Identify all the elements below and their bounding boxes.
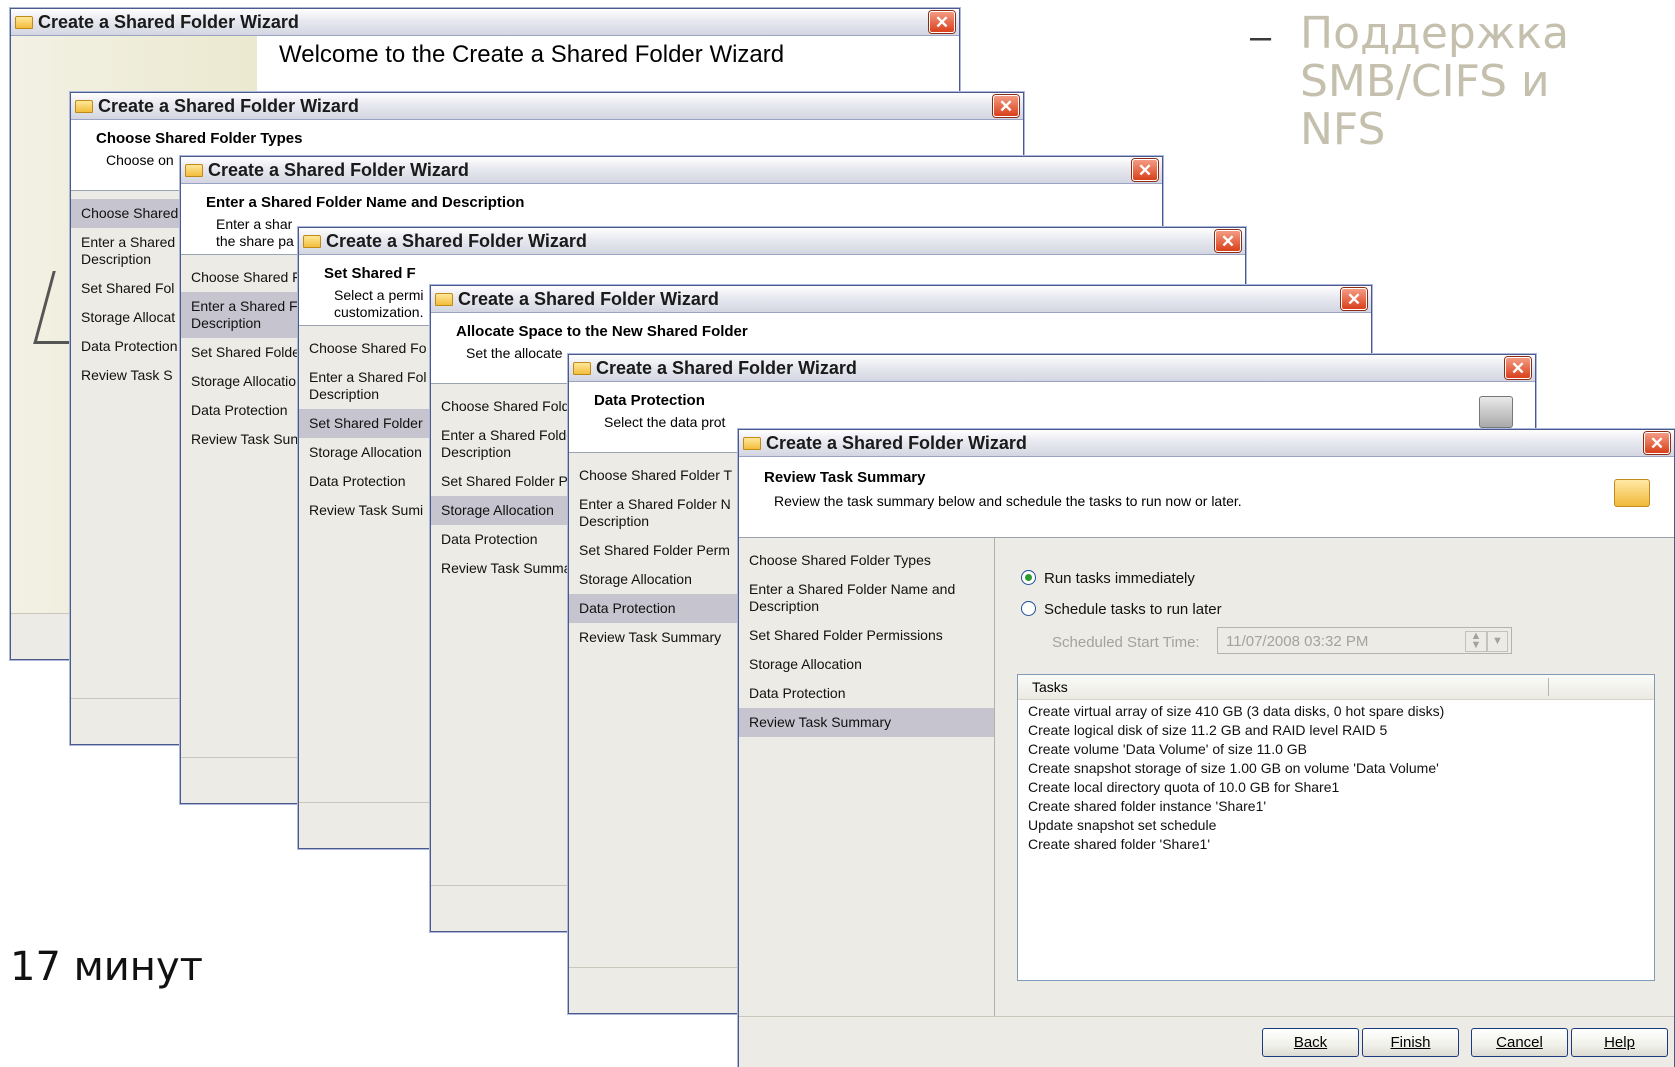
schedule-later-label: Schedule tasks to run later (1044, 601, 1222, 618)
task-row: Create snapshot storage of size 1.00 GB … (1028, 760, 1439, 776)
window-title: Create a Shared Folder Wizard (38, 11, 299, 32)
time-label: 17 минут (10, 944, 203, 990)
folder-icon (573, 361, 591, 375)
title-bar[interactable]: Create a Shared Folder Wizard ✕ (299, 228, 1245, 255)
folder-icon (15, 15, 33, 29)
task-row: Create logical disk of size 11.2 GB and … (1028, 722, 1388, 738)
cancel-button[interactable]: Cancel (1471, 1028, 1568, 1057)
title-bar[interactable]: Create a Shared Folder Wizard ✕ (739, 430, 1674, 457)
header-title: Enter a Shared Folder Name and Descripti… (206, 194, 525, 211)
welcome-heading: Welcome to the Create a Shared Folder Wi… (279, 41, 785, 68)
folder-icon (435, 292, 453, 306)
step-item-data-protection[interactable]: Data Protection (739, 679, 994, 708)
header-subtitle: Select the data prot (604, 414, 726, 430)
wizard-body: Choose Shared Folder Types Enter a Share… (739, 538, 1674, 1017)
close-button[interactable]: ✕ (1644, 432, 1670, 454)
start-time-field[interactable]: 11/07/2008 03:32 PM ▲ ▼ ▼ (1217, 627, 1512, 654)
header-subtitle: Select a permi customization. (334, 287, 424, 320)
title-bar[interactable]: Create a Shared Folder Wizard ✕ (431, 286, 1371, 313)
slide-note: Поддержка SMB/CIFS и NFS (1300, 10, 1569, 154)
wizard-window-review: Create a Shared Folder Wizard ✕ Review T… (738, 429, 1675, 1067)
back-button[interactable]: Back (1262, 1028, 1359, 1057)
header-title: Review Task Summary (764, 469, 926, 486)
header-subtitle: Set the allocate (466, 345, 563, 361)
header-title: Set Shared F (324, 265, 416, 282)
review-content: Run tasks immediately Schedule tasks to … (996, 538, 1674, 1017)
close-button[interactable]: ✕ (1215, 230, 1241, 252)
backup-clock-icon (1479, 396, 1513, 428)
header-title: Data Protection (594, 392, 705, 409)
window-title: Create a Shared Folder Wizard (766, 432, 1027, 453)
finish-button[interactable]: Finish (1362, 1028, 1459, 1057)
folder-icon (303, 234, 321, 248)
header-subtitle: Choose on (106, 152, 174, 168)
header-title: Choose Shared Folder Types (96, 130, 303, 147)
schedule-later-option[interactable]: Schedule tasks to run later (1021, 601, 1222, 618)
shared-folder-icon (1614, 479, 1650, 507)
tasks-column-header[interactable]: Tasks (1018, 675, 1654, 700)
header-subtitle: Enter a shar the share pa (216, 216, 294, 249)
title-bar[interactable]: Create a Shared Folder Wizard ✕ (11, 9, 959, 36)
header-title: Allocate Space to the New Shared Folder (456, 323, 748, 340)
schedule-later-radio[interactable] (1021, 601, 1036, 616)
start-time-value: 11/07/2008 03:32 PM (1226, 633, 1369, 650)
folder-icon (185, 163, 203, 177)
task-row: Create shared folder instance 'Share1' (1028, 798, 1267, 814)
task-row: Create shared folder 'Share1' (1028, 836, 1211, 852)
dropdown-chevron-icon[interactable]: ▼ (1487, 631, 1508, 652)
window-title: Create a Shared Folder Wizard (208, 159, 469, 180)
step-item-choose-types[interactable]: Choose Shared Folder Types (739, 546, 994, 575)
task-row: Create local directory quota of 10.0 GB … (1028, 779, 1340, 795)
tasks-list[interactable]: Tasks Create virtual array of size 410 G… (1017, 674, 1655, 981)
step-item-name-description[interactable]: Enter a Shared Folder Name and Descripti… (739, 575, 994, 621)
step-list: Choose Shared Folder Types Enter a Share… (739, 538, 995, 1017)
note-line: Поддержка (1300, 8, 1570, 59)
spin-icon[interactable]: ▲ ▼ (1465, 631, 1487, 652)
wizard-footer: Back Finish Cancel Help (739, 1016, 1674, 1067)
run-immediately-option[interactable]: Run tasks immediately (1021, 570, 1195, 587)
window-title: Create a Shared Folder Wizard (98, 95, 359, 116)
step-item-permissions[interactable]: Set Shared Folder Permissions (739, 621, 994, 650)
task-row: Create virtual array of size 410 GB (3 d… (1028, 703, 1445, 719)
folder-icon (743, 436, 761, 450)
task-row: Create volume 'Data Volume' of size 11.0… (1028, 741, 1308, 757)
note-line: SMB/CIFS и (1300, 56, 1550, 107)
note-line: NFS (1300, 104, 1386, 155)
title-bar[interactable]: Create a Shared Folder Wizard ✕ (569, 355, 1535, 382)
step-item-review[interactable]: Review Task Summary (739, 708, 994, 737)
run-immediately-label: Run tasks immediately (1044, 570, 1195, 587)
window-title: Create a Shared Folder Wizard (458, 288, 719, 309)
close-button[interactable]: ✕ (929, 11, 955, 33)
window-title: Create a Shared Folder Wizard (596, 357, 857, 378)
step-item-storage[interactable]: Storage Allocation (739, 650, 994, 679)
start-time-label: Scheduled Start Time: (1052, 634, 1200, 651)
title-bar[interactable]: Create a Shared Folder Wizard ✕ (71, 93, 1023, 120)
wizard-header: Review Task Summary Review the task summ… (739, 457, 1674, 538)
run-immediately-radio[interactable] (1021, 570, 1036, 585)
help-button[interactable]: Help (1571, 1028, 1668, 1057)
bullet-dash: – (1250, 16, 1272, 58)
header-subtitle: Review the task summary below and schedu… (774, 493, 1242, 509)
close-button[interactable]: ✕ (993, 95, 1019, 117)
close-button[interactable]: ✕ (1132, 159, 1158, 181)
window-title: Create a Shared Folder Wizard (326, 230, 587, 251)
close-button[interactable]: ✕ (1341, 288, 1367, 310)
task-row: Update snapshot set schedule (1028, 817, 1217, 833)
title-bar[interactable]: Create a Shared Folder Wizard ✕ (181, 157, 1162, 184)
folder-icon (75, 99, 93, 113)
close-button[interactable]: ✕ (1505, 357, 1531, 379)
